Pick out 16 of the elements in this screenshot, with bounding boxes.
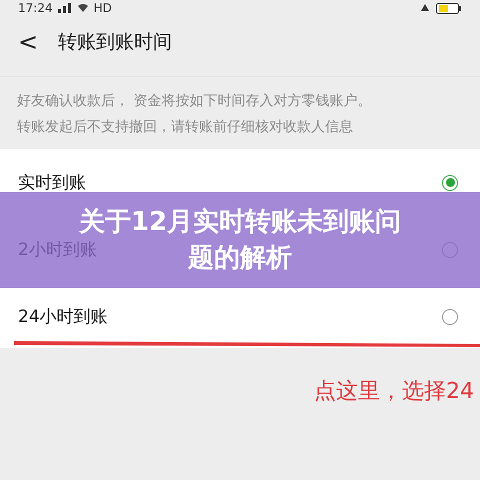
network-label: HD	[94, 1, 112, 15]
battery-icon	[436, 2, 462, 14]
headline-text: 关于12月实时转账未到账问	[78, 206, 402, 238]
notice-text: 转账发起后不支持撤回，请转账前仔细核对收款人信息	[17, 118, 354, 137]
option-label[interactable]: 24小时到账	[18, 305, 108, 328]
annotation-text: 点这里，选择24	[314, 378, 475, 406]
option-label[interactable]: 实时到账	[18, 171, 86, 194]
signal-icon	[58, 3, 72, 13]
radio-button[interactable]	[442, 174, 458, 190]
headline-text: 题的解析	[188, 242, 292, 274]
back-button[interactable]: <	[18, 28, 38, 56]
page-title: 转账到账时间	[58, 30, 172, 55]
status-time: 17:24	[18, 1, 53, 15]
radio-button[interactable]	[442, 308, 458, 324]
notice-text: 好友确认收款后， 资金将按如下时间存入对方零钱账户。	[17, 92, 372, 111]
wifi-icon	[76, 3, 89, 13]
